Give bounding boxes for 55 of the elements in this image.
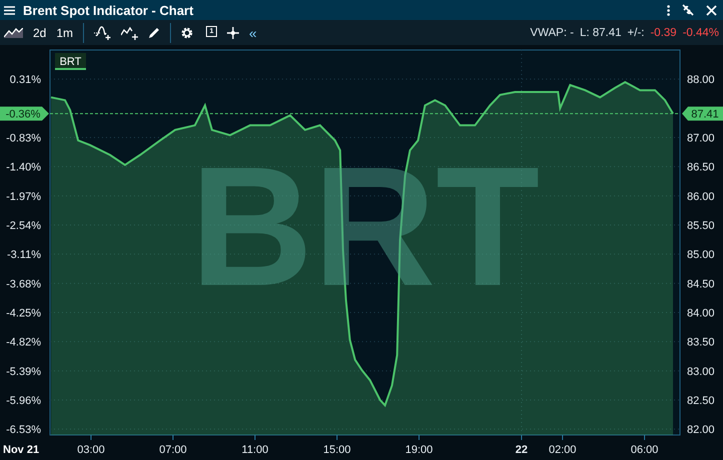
interval-button[interactable]: 1m [56, 26, 74, 40]
date-label: Nov 21 [3, 444, 40, 456]
window-title: Brent Spot Indicator - Chart [23, 2, 194, 18]
time-axis-label: 15:00 [323, 444, 351, 456]
price-axis-label: 83.50 [687, 336, 715, 349]
time-axis-label: 06:00 [630, 444, 658, 456]
price-axis-label: 85.50 [687, 220, 715, 232]
price-axis-label: 86.00 [687, 190, 715, 203]
percent-axis-label: -4.82% [6, 336, 41, 349]
percent-axis-label: -0.83% [6, 132, 41, 144]
time-axis-label: 11:00 [242, 444, 268, 456]
settings-icon[interactable] [181, 26, 194, 38]
menu-icon[interactable] [4, 6, 15, 14]
add-line-icon[interactable] [121, 26, 138, 40]
date-label: 22 [515, 444, 528, 456]
time-axis-label: 19:00 [405, 444, 433, 456]
percent-axis-label: -3.68% [6, 278, 41, 290]
line-chart-icon[interactable] [4, 28, 23, 38]
last-price: L: 87.41 [580, 26, 622, 38]
add-indicator-icon[interactable] [94, 26, 112, 40]
time-axis-label: 03:00 [77, 444, 105, 456]
range-button[interactable]: 2d [33, 26, 46, 40]
percent-axis-label: -1.97% [6, 190, 41, 203]
percent-axis-label: -2.54% [6, 220, 41, 232]
crosshair-icon[interactable] [227, 26, 240, 38]
percent-axis-label: -5.39% [6, 366, 41, 378]
percent-axis-label: 0.31% [10, 74, 41, 86]
change-value: -0.39 [650, 26, 677, 38]
change-label: +/-: [627, 26, 644, 38]
price-axis-label: 82.50 [687, 395, 715, 407]
price-axis-label: 87.00 [687, 132, 715, 144]
price-axis-label: 88.00 [687, 74, 715, 86]
percent-axis-label: -5.96% [6, 395, 41, 407]
price-axis-label: 82.00 [687, 424, 715, 436]
time-axis-label: 02:00 [548, 444, 576, 456]
pencil-icon[interactable] [148, 26, 160, 38]
unlink-icon[interactable] [682, 4, 694, 16]
percent-value-tag: -0.36% [0, 106, 49, 121]
percent-axis-label: -6.53% [6, 424, 41, 436]
price-axis-label: 84.50 [687, 278, 715, 290]
price-value-tag: 87.41 [682, 106, 723, 121]
price-axis-label: 83.00 [687, 366, 715, 378]
collapse-button[interactable]: « [249, 24, 257, 40]
price-axis-label: 84.00 [687, 308, 715, 320]
vwap-value: VWAP: - [530, 26, 574, 38]
series-legend: BRT [55, 53, 86, 70]
percent-axis-label: -1.40% [6, 162, 41, 174]
change-percent: -0.44% [682, 26, 719, 38]
time-axis-label: 07:00 [159, 444, 187, 456]
price-axis-label: 85.00 [687, 249, 715, 262]
more-icon[interactable] [667, 4, 670, 16]
close-icon[interactable] [706, 4, 717, 16]
percent-axis-label: -4.25% [6, 308, 41, 320]
price-axis-label: 86.50 [687, 162, 715, 174]
percent-axis-label: -3.11% [6, 249, 41, 262]
